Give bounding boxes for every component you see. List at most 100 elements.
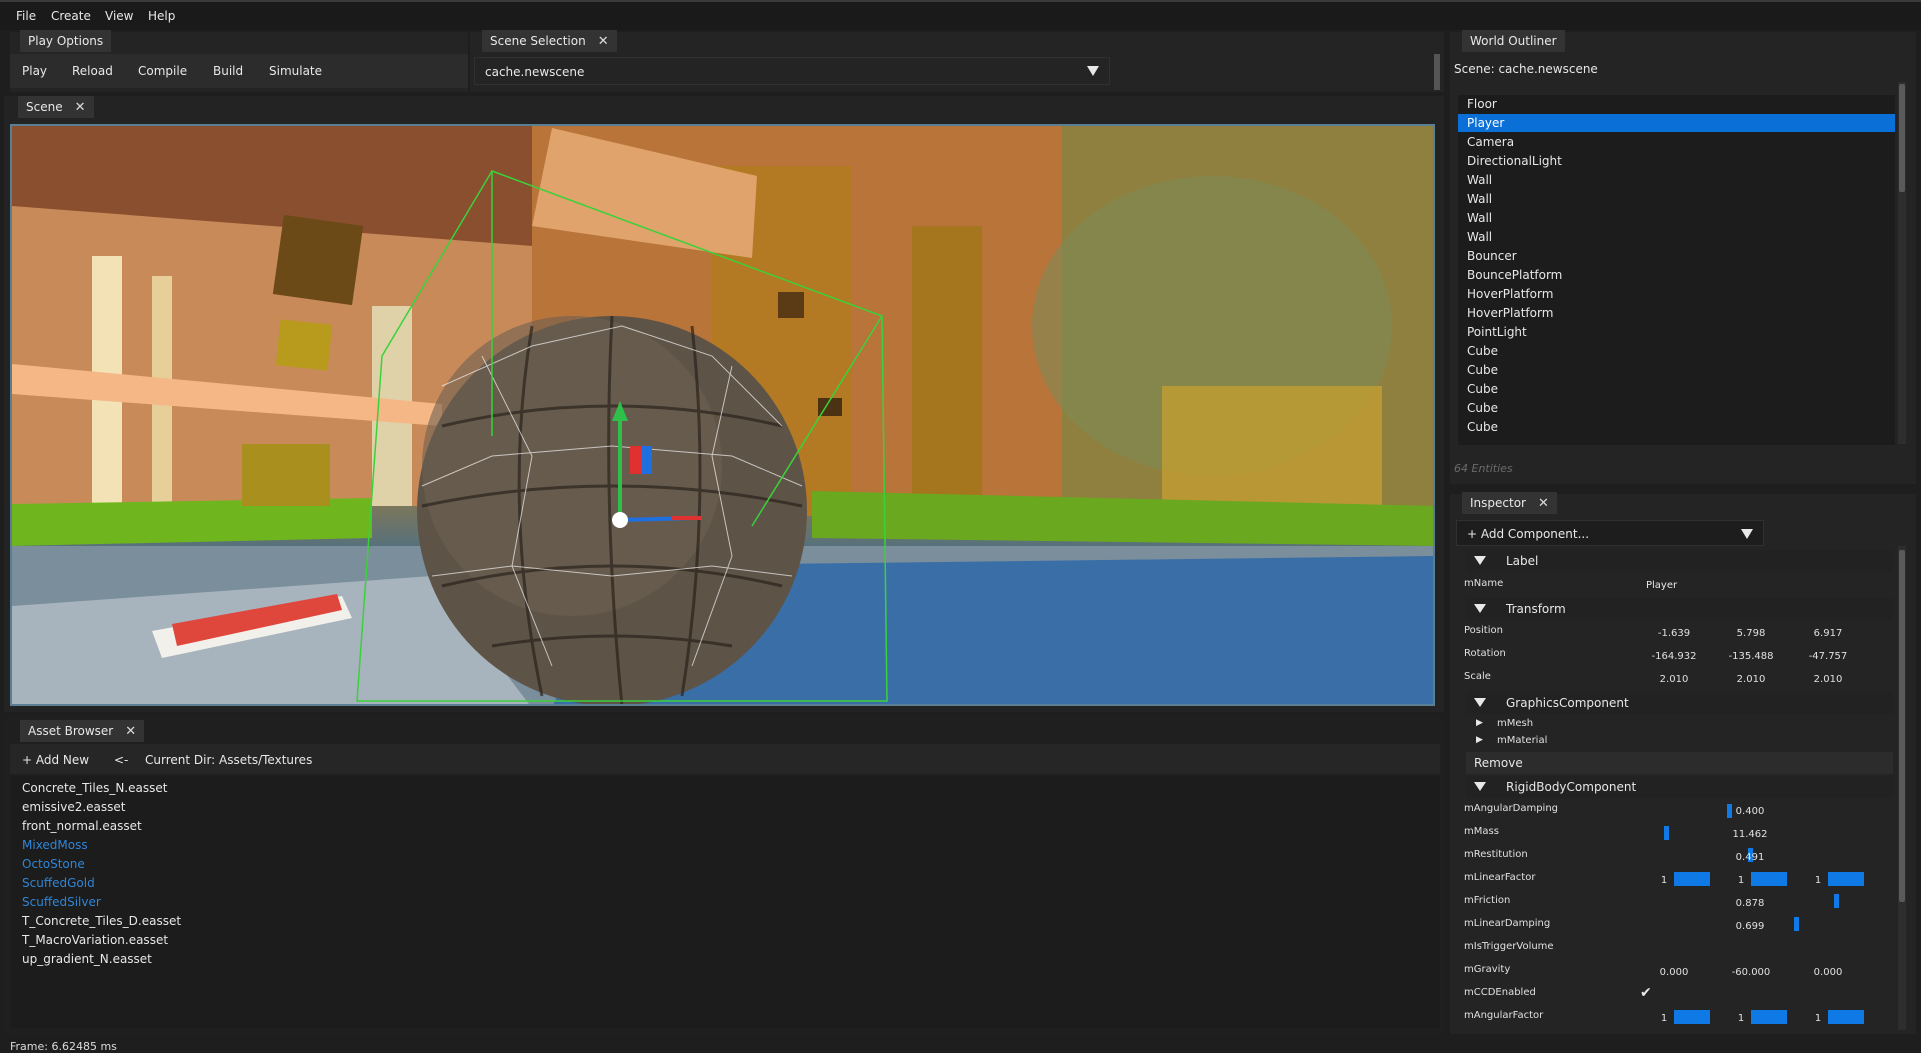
linear-factor-x[interactable]: 1 [1644, 875, 1684, 886]
close-icon[interactable]: ✕ [125, 724, 136, 739]
entity-row[interactable]: HoverPlatform [1458, 304, 1895, 322]
add-component-dropdown[interactable]: + Add Component... [1456, 520, 1764, 546]
tab-scene[interactable]: Scene ✕ [18, 96, 94, 118]
mesh-label[interactable]: mMesh [1497, 718, 1533, 729]
folder-item[interactable]: ScuffedGold [22, 876, 95, 890]
position-z-field[interactable]: 6.917 [1798, 628, 1858, 639]
list-item[interactable]: T_Concrete_Tiles_D.easset [22, 914, 181, 928]
tab-scene-selection[interactable]: Scene Selection ✕ [482, 30, 617, 52]
inspector-scrollbar[interactable] [1898, 546, 1906, 1030]
check-icon[interactable]: ✔ [1640, 985, 1652, 1001]
entity-row[interactable]: Wall [1458, 171, 1895, 189]
entity-row[interactable]: Wall [1458, 228, 1895, 246]
entity-row[interactable]: Bouncer [1458, 247, 1895, 265]
add-new-button[interactable]: + Add New [22, 753, 89, 767]
entity-row[interactable]: Cube [1458, 342, 1895, 360]
chevron-right-icon[interactable]: ▶ [1476, 718, 1483, 728]
angular-factor-z[interactable]: 1 [1798, 1013, 1838, 1024]
list-item[interactable]: Concrete_Tiles_N.easset [22, 781, 167, 795]
entity-row[interactable]: Cube [1458, 380, 1895, 398]
entity-row-selected[interactable]: Player [1458, 114, 1895, 132]
rigidbody-section-header[interactable]: RigidBodyComponent [1466, 776, 1893, 798]
close-icon[interactable]: ✕ [1538, 496, 1549, 511]
rotation-x-field[interactable]: -164.932 [1644, 651, 1704, 662]
menu-help[interactable]: Help [148, 9, 175, 23]
menu-create[interactable]: Create [51, 9, 91, 23]
label-section-header[interactable]: Label [1466, 550, 1893, 572]
scene-dropdown[interactable]: cache.newscene [474, 57, 1110, 85]
entity-row[interactable]: Cube [1458, 418, 1895, 436]
scale-z-field[interactable]: 2.010 [1798, 674, 1858, 685]
entity-row[interactable]: Cube [1458, 399, 1895, 417]
compile-button[interactable]: Compile [138, 64, 187, 78]
simulate-button[interactable]: Simulate [269, 64, 322, 78]
angular-factor-y[interactable]: 1 [1721, 1013, 1761, 1024]
list-item[interactable]: up_gradient_N.easset [22, 952, 152, 966]
back-button[interactable]: <- [114, 753, 128, 767]
angular-damping-slider[interactable]: 0.400 [1720, 806, 1780, 817]
entity-row[interactable]: HoverPlatform [1458, 285, 1895, 303]
list-item[interactable]: front_normal.easset [22, 819, 142, 833]
remove-label: Remove [1474, 756, 1523, 770]
outliner-scrollbar[interactable] [1898, 82, 1906, 444]
scrollbar[interactable] [1434, 54, 1440, 90]
entity-row[interactable]: DirectionalLight [1458, 152, 1895, 170]
name-field[interactable]: Player [1646, 580, 1677, 591]
entity-list: Floor Player Camera DirectionalLight Wal… [1458, 95, 1895, 445]
gravity-x-field[interactable]: 0.000 [1644, 967, 1704, 978]
entity-row[interactable]: Cube [1458, 361, 1895, 379]
tab-asset-browser[interactable]: Asset Browser ✕ [20, 720, 145, 742]
rotation-y-field[interactable]: -135.488 [1721, 651, 1781, 662]
entity-row[interactable]: Wall [1458, 209, 1895, 227]
list-item[interactable]: T_MacroVariation.easset [22, 933, 168, 947]
remove-component-button[interactable]: Remove [1466, 752, 1893, 774]
rotation-z-field[interactable]: -47.757 [1798, 651, 1858, 662]
prop-label: mLinearDamping [1464, 918, 1551, 929]
entity-row[interactable]: Floor [1458, 95, 1895, 113]
menu-file[interactable]: File [16, 9, 36, 23]
list-item[interactable]: emissive2.easset [22, 800, 126, 814]
reload-button[interactable]: Reload [72, 64, 113, 78]
graphics-section-header[interactable]: GraphicsComponent [1466, 692, 1893, 714]
entity-row[interactable]: Wall [1458, 190, 1895, 208]
close-icon[interactable]: ✕ [75, 100, 86, 115]
scale-y-field[interactable]: 2.010 [1721, 674, 1781, 685]
entity-row[interactable]: PointLight [1458, 323, 1895, 341]
chevron-right-icon[interactable]: ▶ [1476, 735, 1483, 745]
slider-handle[interactable] [1664, 826, 1669, 840]
folder-item[interactable]: ScuffedSilver [22, 895, 101, 909]
restitution-slider[interactable]: 0.491 [1720, 852, 1780, 863]
tab-inspector[interactable]: Inspector ✕ [1462, 492, 1557, 514]
gravity-y-field[interactable]: -60.000 [1721, 967, 1781, 978]
position-y-field[interactable]: 5.798 [1721, 628, 1781, 639]
entity-row[interactable]: BouncePlatform [1458, 266, 1895, 284]
scrollbar-thumb[interactable] [1899, 84, 1905, 192]
close-icon[interactable]: ✕ [598, 34, 609, 49]
asset-list: Concrete_Tiles_N.easset emissive2.easset… [10, 776, 1440, 1028]
linear-damping-slider[interactable]: 0.699 [1720, 921, 1780, 932]
build-button[interactable]: Build [213, 64, 243, 78]
prop-label: Scale [1464, 671, 1491, 682]
mass-slider[interactable]: 11.462 [1720, 829, 1780, 840]
menu-view[interactable]: View [105, 9, 133, 23]
folder-item[interactable]: OctoStone [22, 857, 85, 871]
tab-world-outliner[interactable]: World Outliner [1462, 30, 1565, 52]
scene-viewport[interactable] [10, 124, 1435, 706]
gravity-z-field[interactable]: 0.000 [1798, 967, 1858, 978]
linear-factor-y[interactable]: 1 [1721, 875, 1761, 886]
material-label[interactable]: mMaterial [1497, 735, 1547, 746]
slider-handle[interactable] [1794, 917, 1799, 931]
transform-section-header[interactable]: Transform [1466, 598, 1893, 620]
tab-play-options[interactable]: Play Options [20, 30, 112, 52]
slider-handle[interactable] [1834, 894, 1839, 908]
linear-factor-z[interactable]: 1 [1798, 875, 1838, 886]
angular-factor-x[interactable]: 1 [1644, 1013, 1684, 1024]
entity-row[interactable]: Camera [1458, 133, 1895, 151]
friction-slider[interactable]: 0.878 [1720, 898, 1780, 909]
position-x-field[interactable]: -1.639 [1644, 628, 1704, 639]
play-button[interactable]: Play [22, 64, 47, 78]
folder-item[interactable]: MixedMoss [22, 838, 88, 852]
scrollbar-thumb[interactable] [1899, 550, 1905, 902]
trigger-checkbox[interactable] [1642, 940, 1656, 954]
scale-x-field[interactable]: 2.010 [1644, 674, 1704, 685]
